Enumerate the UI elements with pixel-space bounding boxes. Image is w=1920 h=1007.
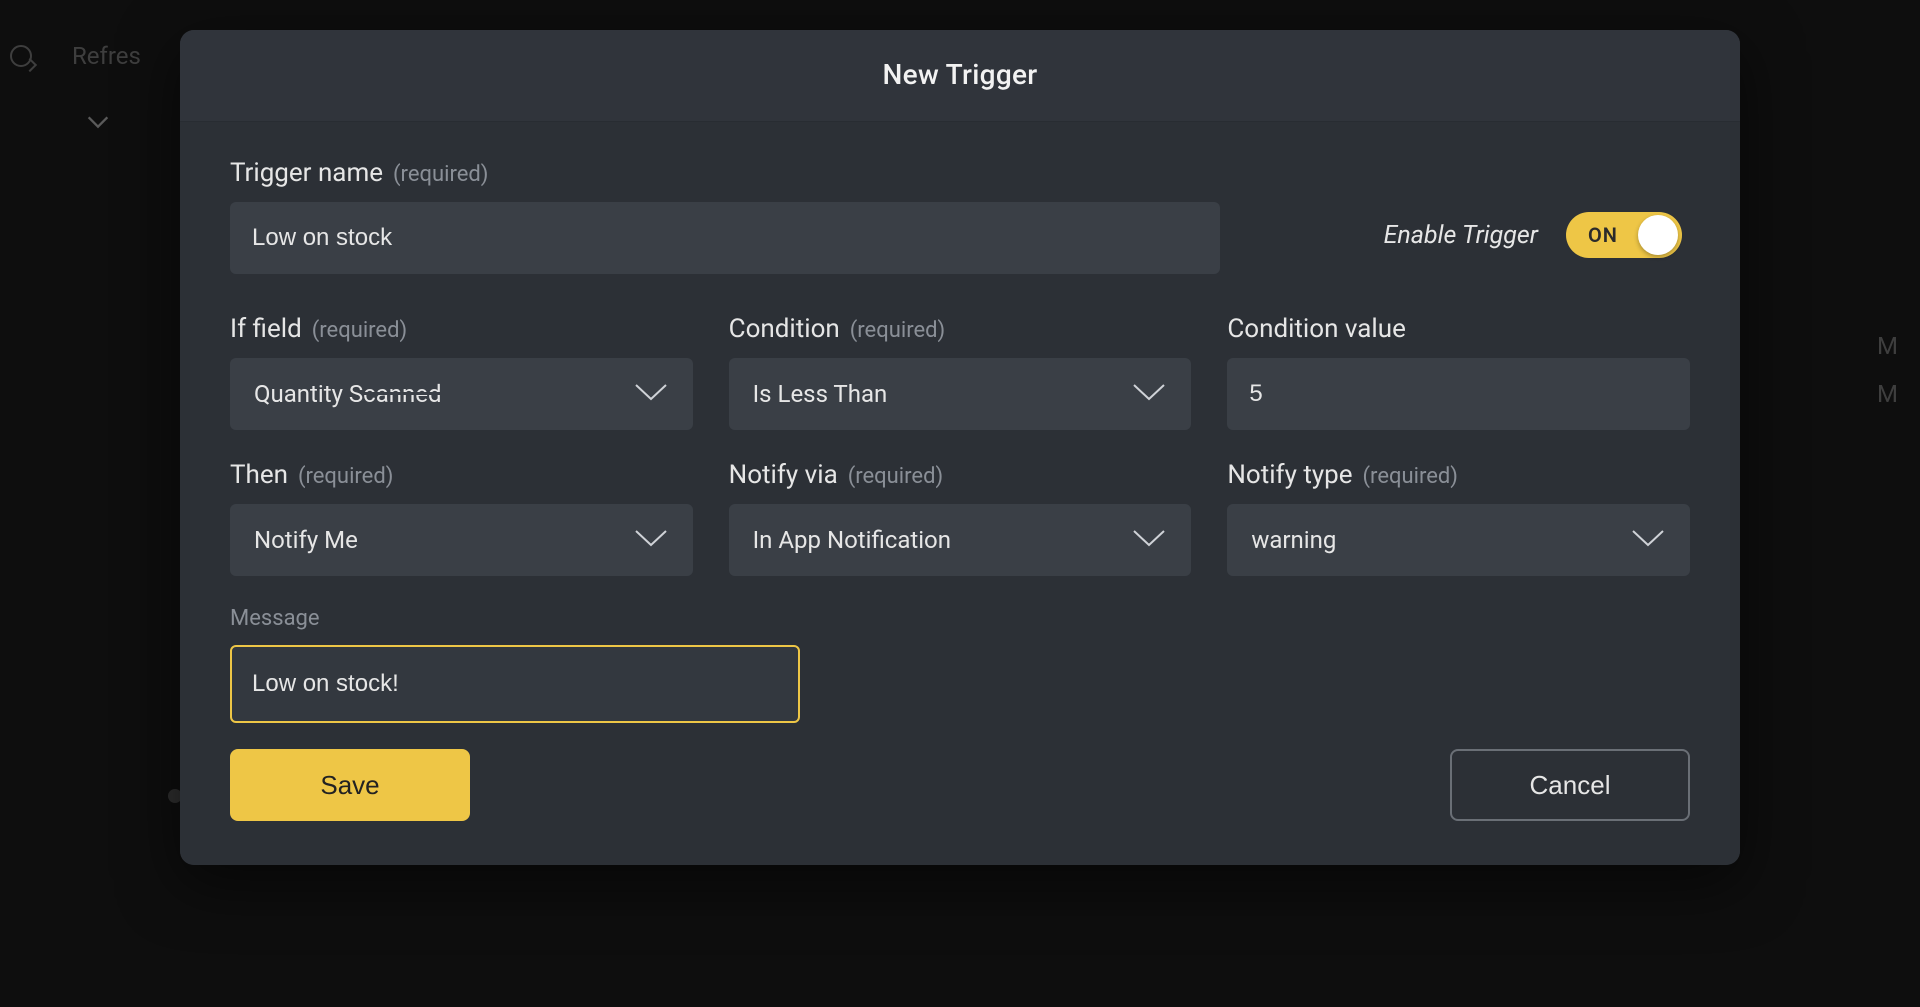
condition-label: Condition (required)	[729, 314, 1192, 344]
enable-trigger-toggle[interactable]: ON	[1566, 212, 1682, 258]
save-button[interactable]: Save	[230, 749, 470, 821]
message-label: Message	[230, 606, 1690, 631]
enable-trigger-label: Enable Trigger	[1384, 221, 1538, 250]
notify-type-value: warning	[1251, 526, 1336, 554]
modal-header: New Trigger	[180, 30, 1740, 122]
trigger-name-label: Trigger name (required)	[230, 158, 1344, 188]
condition-value-label: Condition value	[1227, 314, 1690, 344]
chevron-down-icon	[1630, 525, 1666, 555]
chevron-down-icon	[1131, 379, 1167, 409]
modal-body: Trigger name (required) Enable Trigger O…	[180, 122, 1740, 865]
notify-via-value: In App Notification	[753, 526, 951, 554]
new-trigger-modal: New Trigger Trigger name (required) Enab…	[180, 30, 1740, 865]
if-field-value: Quantity Scanned	[254, 380, 442, 408]
message-input[interactable]	[230, 645, 800, 723]
condition-value: Is Less Than	[753, 380, 888, 408]
trigger-name-input[interactable]	[230, 202, 1220, 274]
notify-type-select[interactable]: warning	[1227, 504, 1690, 576]
chevron-down-icon	[633, 525, 669, 555]
chevron-down-icon	[633, 379, 669, 409]
modal-title: New Trigger	[180, 58, 1740, 91]
cancel-button[interactable]: Cancel	[1450, 749, 1690, 821]
then-label: Then (required)	[230, 460, 693, 490]
condition-select[interactable]: Is Less Than	[729, 358, 1192, 430]
then-value: Notify Me	[254, 526, 358, 554]
notify-via-select[interactable]: In App Notification	[729, 504, 1192, 576]
notify-type-label: Notify type (required)	[1227, 460, 1690, 490]
then-select[interactable]: Notify Me	[230, 504, 693, 576]
chevron-down-icon	[1131, 525, 1167, 555]
notify-via-label: Notify via (required)	[729, 460, 1192, 490]
modal-backdrop: New Trigger Trigger name (required) Enab…	[0, 0, 1920, 1007]
toggle-on-text: ON	[1588, 223, 1618, 247]
condition-value-input[interactable]	[1227, 358, 1690, 430]
if-field-select[interactable]: Quantity Scanned	[230, 358, 693, 430]
if-field-label: If field (required)	[230, 314, 693, 344]
toggle-knob	[1638, 215, 1678, 255]
